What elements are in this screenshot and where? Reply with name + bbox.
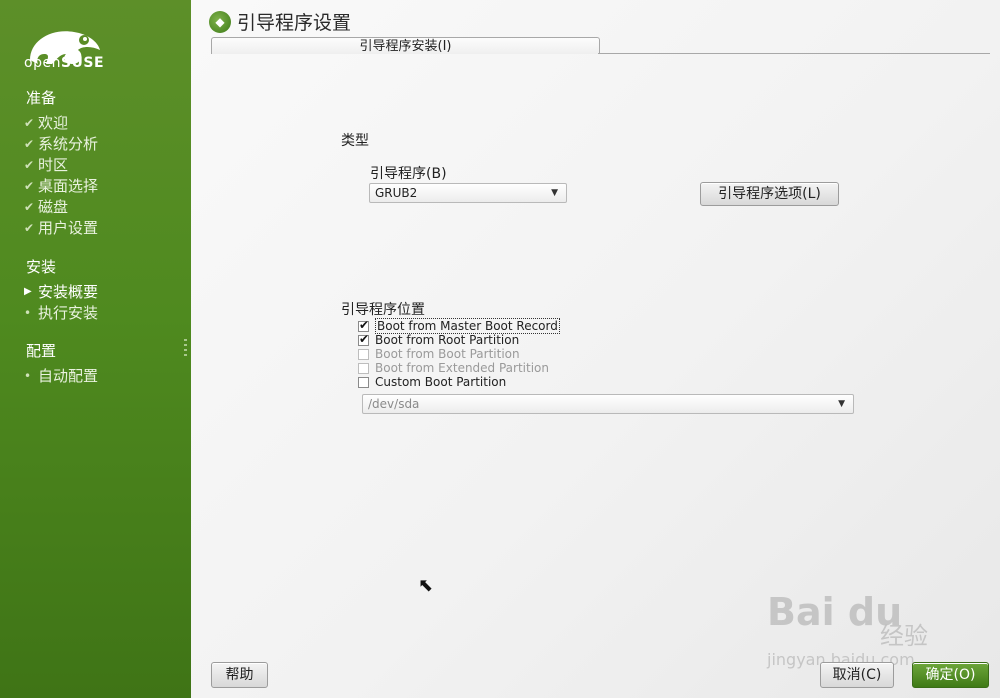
checkmark-icon: ✔ [24, 220, 35, 235]
bootloader-options-button[interactable]: 引导程序选项(L) [700, 182, 839, 206]
sidebar-item-label: 用户设置 [38, 219, 99, 237]
bootloader-label: 引导程序(B) [370, 166, 447, 182]
extended-partition-checkbox [358, 362, 369, 374]
bootloader-select[interactable]: GRUB2 ▼ [369, 183, 567, 203]
mbr-label: Boot from Master Boot Record [375, 318, 560, 334]
sidebar-item-install-summary: ▶ 安装概要 [24, 281, 98, 302]
root-partition-checkbox[interactable] [358, 332, 369, 346]
bootloader-select-value: GRUB2 [375, 186, 418, 200]
sidebar-item-label: 系统分析 [38, 135, 99, 153]
checkmark-icon: ✔ [24, 199, 35, 214]
type-section-title: 类型 [341, 133, 369, 149]
sidebar-item-perform-install: • 执行安装 [24, 302, 98, 323]
sidebar-item-label: 欢迎 [38, 114, 69, 132]
tab-divider [598, 53, 990, 54]
sidebar-item-label: 磁盘 [38, 198, 69, 216]
sidebar-item-desktop-selection: ✔ 桌面选择 [24, 175, 98, 196]
sidebar-section-title: 配置 [26, 342, 57, 360]
help-button[interactable]: 帮助 [211, 662, 268, 688]
custom-partition-option[interactable]: Custom Boot Partition [358, 375, 506, 389]
sidebar-item-label: 自动配置 [38, 367, 99, 385]
checkmark-icon: ✔ [24, 157, 35, 172]
sidebar-item-label: 安装概要 [38, 283, 99, 301]
dropdown-arrow-icon: ▼ [551, 188, 558, 198]
wordmark-bold: SUSE [60, 55, 105, 71]
sidebar-item-system-analysis: ✔ 系统分析 [24, 133, 98, 154]
root-partition-option[interactable]: Boot from Root Partition [358, 332, 520, 347]
opensuse-gecko-icon: ◆ [209, 10, 231, 33]
wordmark-light: open [24, 55, 61, 71]
custom-partition-value: /dev/sda [368, 397, 420, 411]
opensuse-wordmark: openSUSE [24, 55, 104, 71]
page-title: 引导程序设置 [237, 12, 352, 34]
mbr-option[interactable]: Boot from Master Boot Record [358, 318, 560, 334]
root-partition-label: Boot from Root Partition [375, 333, 520, 347]
bullet-icon: • [24, 305, 32, 320]
dropdown-arrow-icon: ▼ [838, 399, 845, 409]
sidebar-item-welcome: ✔ 欢迎 [24, 112, 68, 133]
custom-partition-checkbox[interactable] [358, 376, 369, 388]
watermark-cn: 经验 [880, 622, 928, 650]
mouse-pointer-icon: ⬉ [418, 575, 434, 596]
current-step-arrow-icon: ▶ [24, 286, 32, 297]
extended-partition-label: Boot from Extended Partition [375, 361, 549, 375]
custom-partition-select[interactable]: /dev/sda ▼ [362, 394, 854, 414]
extended-partition-option: Boot from Extended Partition [358, 361, 549, 375]
baidu-jingyan-watermark: Bai du 经验 jingyan.baidu.com [767, 590, 928, 669]
sidebar-section-title: 安装 [26, 258, 57, 276]
sidebar-resize-handle[interactable] [184, 339, 187, 359]
location-section-title: 引导程序位置 [341, 302, 425, 318]
mbr-checkbox[interactable] [358, 318, 369, 332]
bullet-icon: • [24, 368, 32, 383]
checkmark-icon: ✔ [24, 136, 35, 151]
sidebar-item-user-settings: ✔ 用户设置 [24, 217, 98, 238]
boot-partition-option: Boot from Boot Partition [358, 347, 520, 361]
custom-partition-label: Custom Boot Partition [375, 375, 507, 389]
sidebar-item-label: 执行安装 [38, 304, 99, 322]
cancel-button[interactable]: 取消(C) [820, 662, 894, 688]
boot-partition-checkbox [358, 348, 369, 360]
sidebar-item-timezone: ✔ 时区 [24, 154, 68, 175]
checkmark-icon: ✔ [24, 178, 35, 193]
sidebar: openSUSE 准备 ✔ 欢迎 ✔ 系统分析 ✔ 时区 ✔ 桌面选择 ✔ 磁盘 ✔ 用户设… [0, 0, 191, 698]
sidebar-item-disk: ✔ 磁盘 [24, 196, 68, 217]
sidebar-item-label: 桌面选择 [38, 177, 99, 195]
ok-button[interactable]: 确定(O) [912, 662, 989, 688]
checkmark-icon: ✔ [24, 115, 35, 130]
sidebar-item-auto-config: • 自动配置 [24, 365, 98, 386]
tab-bootloader-install[interactable]: 引导程序安装(I) [211, 37, 600, 54]
page-header: ◆ 引导程序设置 [209, 8, 351, 35]
sidebar-item-label: 时区 [38, 156, 69, 174]
boot-partition-label: Boot from Boot Partition [375, 347, 520, 361]
sidebar-section-title: 准备 [26, 89, 57, 107]
